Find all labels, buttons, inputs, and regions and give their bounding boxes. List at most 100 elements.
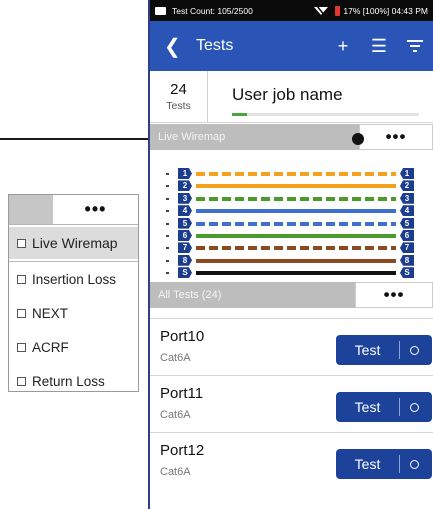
battery-time: 17% [100%] 04:43 PM	[343, 5, 428, 16]
circle-icon[interactable]	[410, 402, 419, 412]
wiremap-row: 88	[166, 254, 414, 267]
wiremap-row-marker	[166, 222, 169, 225]
pin-label-right: 4	[400, 205, 414, 217]
chevron-left-icon[interactable]: ❮	[164, 34, 188, 59]
wire-line	[196, 209, 396, 214]
pin-label-right: S	[400, 267, 414, 279]
checkbox-icon	[17, 238, 26, 248]
port-list-item[interactable]: Port10 Cat6A Test	[150, 318, 433, 375]
pin-label-right: 3	[400, 192, 414, 204]
filter-icon-graphic	[407, 39, 423, 52]
screen: ••• Live Wiremap Insertion Loss NEXT ACR…	[0, 0, 433, 509]
port-list-item[interactable]: Port11 Cat6A Test	[150, 375, 433, 432]
wiremap-row: 66	[166, 230, 414, 242]
circle-icon[interactable]	[410, 459, 419, 469]
job-progress-bar	[232, 112, 419, 116]
test-count: Test Count: 105/2500	[172, 5, 253, 16]
menu-item-return-loss[interactable]: Return Loss	[9, 364, 138, 398]
port-cable-type: Cat6A	[160, 409, 191, 421]
wiremap-row: SS	[166, 267, 414, 279]
pin-label-right: 1	[400, 168, 414, 179]
menu-item-live-wiremap[interactable]: Live Wiremap	[9, 227, 138, 259]
port-list-item[interactable]: Port12 Cat6A Test	[150, 432, 433, 489]
port-name: Port12	[160, 442, 205, 459]
menu-more-button[interactable]: •••	[53, 195, 138, 224]
battery-icon	[335, 5, 341, 16]
pin-label-left: S	[178, 267, 192, 279]
pin-label-left: 7	[178, 242, 192, 254]
job-header[interactable]: 24 Tests User job name	[150, 70, 433, 123]
port-name: Port11	[160, 385, 204, 402]
all-tests-more-button[interactable]: •••	[355, 282, 433, 308]
test-button[interactable]: Test	[336, 449, 432, 479]
wiremap-row: 11	[166, 168, 414, 180]
wiremap-row-marker	[166, 173, 169, 175]
menu-item-label: Live Wiremap	[32, 235, 118, 251]
status-bar: Test Count: 105/2500 17% [100%] 04:43 PM	[150, 0, 433, 21]
wiremap-row-marker	[166, 259, 169, 262]
job-test-count: 24 Tests	[150, 70, 208, 123]
wiremap-row: 77	[166, 242, 414, 254]
pin-label-left: 1	[178, 168, 192, 179]
port-list: Port10 Cat6A Test Port11 Cat6A Test Port12 Cat6…	[150, 318, 433, 489]
wire-line	[196, 196, 396, 201]
wire-line	[196, 234, 396, 238]
all-tests-label: All Tests (24)	[158, 289, 222, 301]
pin-label-left: 2	[178, 180, 192, 192]
checkbox-icon	[17, 308, 26, 318]
phone-screen: Test Count: 105/2500 17% [100%] 04:43 PM…	[148, 0, 433, 509]
menu-item-label: Insertion Loss	[32, 271, 117, 287]
test-button-label: Test	[354, 456, 381, 472]
wire-line	[196, 271, 396, 276]
test-button[interactable]: Test	[336, 392, 432, 422]
port-cable-type: Cat6A	[160, 352, 191, 364]
job-name-block: User job name	[208, 71, 433, 123]
job-progress-fill	[232, 112, 247, 116]
list-icon[interactable]: ☰	[361, 36, 397, 57]
pin-label-left: 4	[178, 205, 192, 217]
filter-icon[interactable]	[397, 36, 433, 57]
menu-header-spacer	[9, 195, 53, 224]
pin-label-left: 3	[178, 192, 192, 204]
circle-icon[interactable]	[410, 345, 419, 355]
wiremap-row-marker	[166, 247, 169, 250]
pin-label-left: 8	[178, 254, 192, 266]
menu-item-label: ACRF	[32, 339, 69, 355]
wiremap-row-marker	[166, 197, 169, 200]
pin-label-right: 7	[400, 242, 414, 254]
callout-dot	[352, 133, 364, 145]
job-count-label: Tests	[166, 99, 191, 112]
wiremap-row: 33	[166, 192, 414, 205]
port-cable-type: Cat6A	[160, 466, 191, 478]
checkbox-icon	[17, 376, 26, 386]
checkbox-icon	[17, 274, 26, 284]
wire-line	[196, 258, 396, 263]
page-title: Tests	[196, 37, 234, 54]
menu-item-next[interactable]: NEXT	[9, 296, 138, 330]
wiremap-row-marker	[166, 272, 169, 275]
test-button[interactable]: Test	[336, 335, 432, 365]
pin-label-right: 5	[400, 217, 414, 229]
wiremap-diagram: 1122334455667788SS	[150, 150, 433, 282]
menu-item-label: Return Loss	[32, 373, 105, 389]
plus-icon[interactable]: +	[325, 36, 361, 57]
pin-label-right: 6	[400, 230, 414, 241]
port-name: Port10	[160, 328, 205, 345]
wiremap-row-marker	[166, 185, 169, 188]
menu-item-acrf[interactable]: ACRF	[9, 330, 138, 364]
live-wiremap-header: Live Wiremap •••	[150, 124, 433, 150]
button-divider	[399, 398, 400, 416]
wiremap-row: 22	[166, 180, 414, 192]
wiremap-row: 44	[166, 205, 414, 217]
button-divider	[399, 455, 400, 473]
live-wiremap-label: Live Wiremap	[158, 131, 226, 143]
pin-label-right: 8	[400, 254, 414, 266]
wire-line	[196, 221, 396, 226]
menu-item-insertion-loss[interactable]: Insertion Loss	[9, 262, 138, 296]
wiremap-row-marker	[166, 235, 169, 237]
wiremap-row: 55	[166, 217, 414, 230]
wiremap-more-button[interactable]: •••	[359, 124, 433, 150]
wiremap-row-marker	[166, 210, 169, 213]
job-count-value: 24	[170, 80, 187, 98]
checkbox-icon	[17, 342, 26, 352]
